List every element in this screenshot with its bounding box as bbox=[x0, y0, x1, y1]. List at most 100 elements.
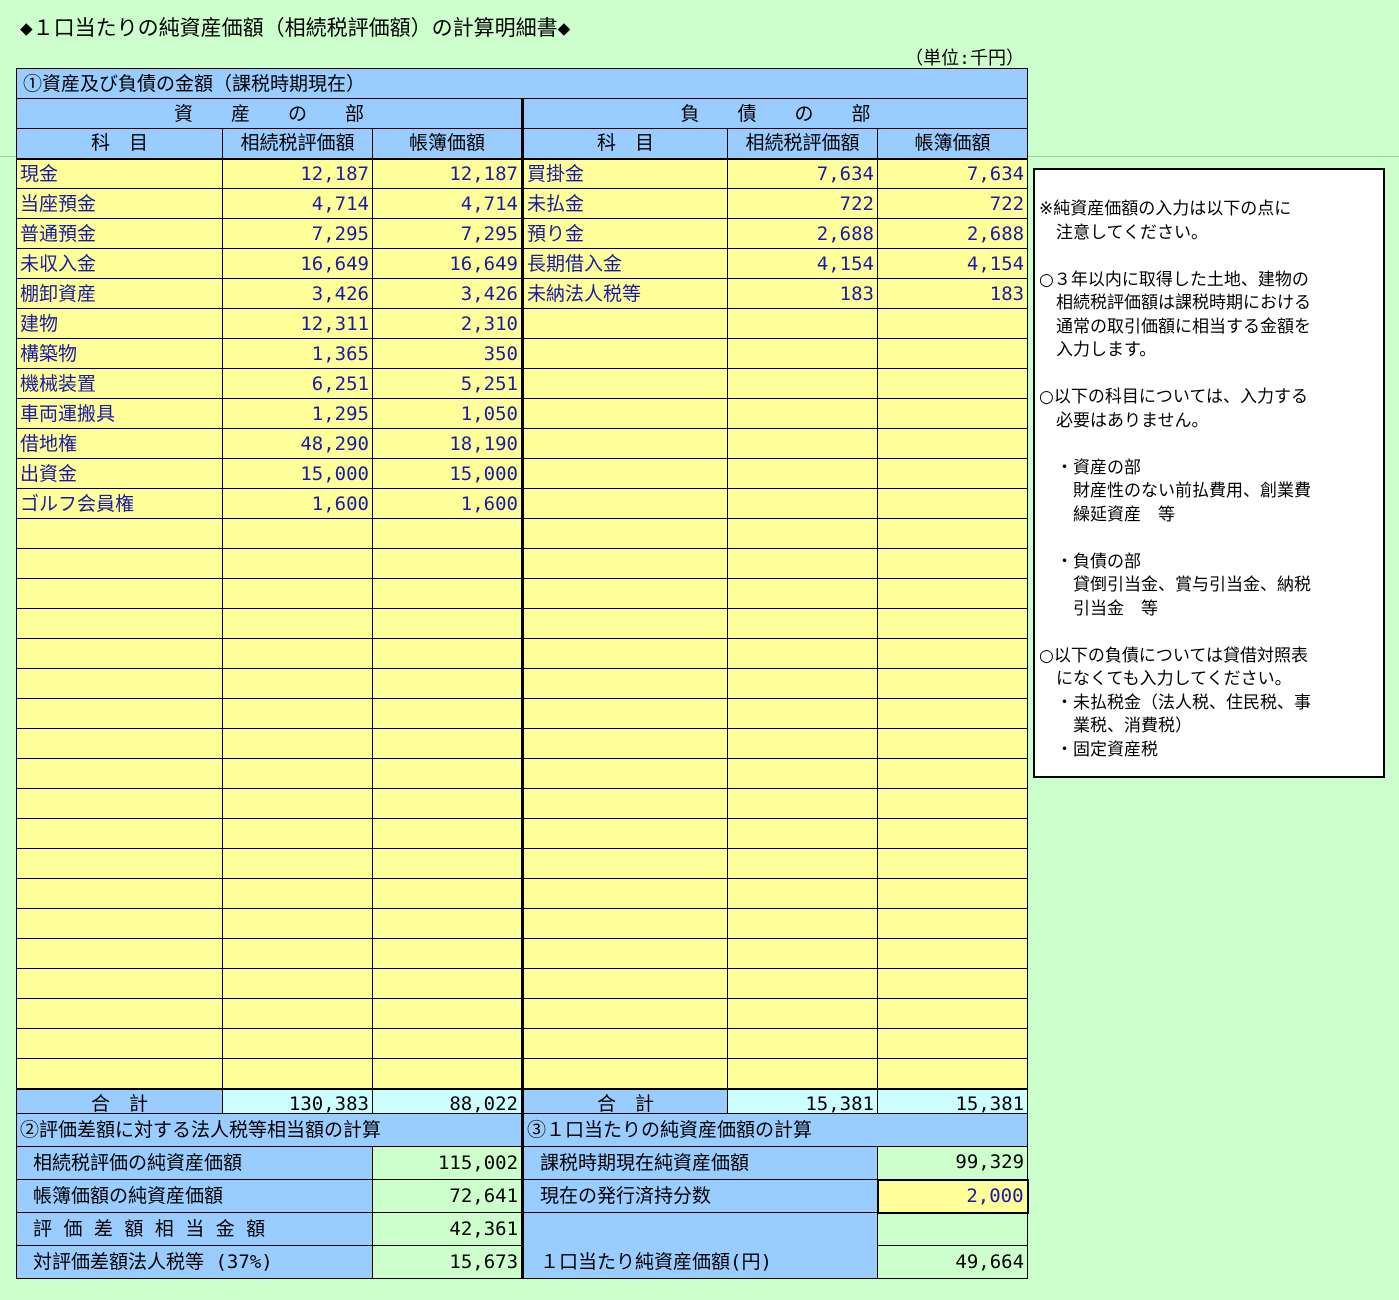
asset-book-cell[interactable] bbox=[372, 758, 524, 789]
liability-book-cell[interactable] bbox=[876, 518, 1029, 549]
liability-inheritance-cell[interactable] bbox=[727, 1058, 878, 1089]
asset-book-cell[interactable] bbox=[372, 518, 524, 549]
asset-inheritance-cell[interactable] bbox=[222, 878, 373, 909]
asset-inheritance-cell[interactable] bbox=[222, 1028, 373, 1059]
asset-book-cell[interactable]: 1,600 bbox=[372, 488, 524, 519]
liability-subject-cell[interactable] bbox=[522, 458, 728, 489]
liability-book-cell[interactable] bbox=[876, 848, 1029, 879]
asset-book-cell[interactable]: 2,310 bbox=[372, 308, 524, 339]
liability-book-cell[interactable] bbox=[876, 428, 1029, 459]
liability-inheritance-cell[interactable] bbox=[727, 308, 878, 339]
liability-book-cell[interactable] bbox=[876, 338, 1029, 369]
asset-inheritance-cell[interactable]: 6,251 bbox=[222, 368, 373, 399]
liability-subject-cell[interactable] bbox=[522, 728, 728, 759]
liability-subject-cell[interactable] bbox=[522, 878, 728, 909]
asset-inheritance-cell[interactable]: 12,187 bbox=[222, 158, 373, 189]
liability-book-cell[interactable] bbox=[876, 938, 1029, 969]
asset-inheritance-cell[interactable] bbox=[222, 518, 373, 549]
asset-subject-cell[interactable] bbox=[16, 818, 223, 849]
issued-shares-input[interactable]: 2,000 bbox=[876, 1178, 1029, 1214]
asset-subject-cell[interactable] bbox=[16, 548, 223, 579]
asset-book-cell[interactable] bbox=[372, 668, 524, 699]
liability-inheritance-cell[interactable] bbox=[727, 488, 878, 519]
liability-book-cell[interactable] bbox=[876, 788, 1029, 819]
liability-book-cell[interactable] bbox=[876, 638, 1029, 669]
asset-subject-cell[interactable]: 当座預金 bbox=[16, 188, 223, 219]
liability-book-cell[interactable] bbox=[876, 1028, 1029, 1059]
liability-book-cell[interactable] bbox=[876, 878, 1029, 909]
liability-inheritance-cell[interactable] bbox=[727, 1028, 878, 1059]
liability-subject-cell[interactable] bbox=[522, 788, 728, 819]
asset-subject-cell[interactable]: 建物 bbox=[16, 308, 223, 339]
asset-subject-cell[interactable] bbox=[16, 908, 223, 939]
liability-subject-cell[interactable]: 長期借入金 bbox=[522, 248, 728, 279]
asset-subject-cell[interactable] bbox=[16, 788, 223, 819]
liability-subject-cell[interactable] bbox=[522, 368, 728, 399]
asset-book-cell[interactable] bbox=[372, 878, 524, 909]
asset-subject-cell[interactable]: 出資金 bbox=[16, 458, 223, 489]
liability-inheritance-cell[interactable] bbox=[727, 368, 878, 399]
asset-inheritance-cell[interactable]: 1,295 bbox=[222, 398, 373, 429]
asset-subject-cell[interactable] bbox=[16, 1028, 223, 1059]
liability-inheritance-cell[interactable] bbox=[727, 788, 878, 819]
asset-subject-cell[interactable]: 借地権 bbox=[16, 428, 223, 459]
asset-book-cell[interactable] bbox=[372, 788, 524, 819]
liability-inheritance-cell[interactable] bbox=[727, 548, 878, 579]
asset-book-cell[interactable] bbox=[372, 1058, 524, 1089]
liability-inheritance-cell[interactable] bbox=[727, 518, 878, 549]
liability-book-cell[interactable] bbox=[876, 1058, 1029, 1089]
asset-subject-cell[interactable] bbox=[16, 758, 223, 789]
liability-book-cell[interactable] bbox=[876, 308, 1029, 339]
asset-book-cell[interactable] bbox=[372, 908, 524, 939]
liability-subject-cell[interactable] bbox=[522, 428, 728, 459]
liability-book-cell[interactable]: 183 bbox=[876, 278, 1029, 309]
liability-inheritance-cell[interactable] bbox=[727, 938, 878, 969]
liability-inheritance-cell[interactable]: 4,154 bbox=[727, 248, 878, 279]
liability-inheritance-cell[interactable] bbox=[727, 338, 878, 369]
liability-inheritance-cell[interactable] bbox=[727, 668, 878, 699]
asset-book-cell[interactable]: 3,426 bbox=[372, 278, 524, 309]
asset-book-cell[interactable]: 15,000 bbox=[372, 458, 524, 489]
liability-subject-cell[interactable] bbox=[522, 938, 728, 969]
asset-inheritance-cell[interactable]: 48,290 bbox=[222, 428, 373, 459]
liability-subject-cell[interactable] bbox=[522, 968, 728, 999]
asset-book-cell[interactable] bbox=[372, 548, 524, 579]
asset-inheritance-cell[interactable] bbox=[222, 698, 373, 729]
liability-inheritance-cell[interactable] bbox=[727, 698, 878, 729]
liability-book-cell[interactable]: 4,154 bbox=[876, 248, 1029, 279]
asset-book-cell[interactable] bbox=[372, 818, 524, 849]
liability-inheritance-cell[interactable] bbox=[727, 758, 878, 789]
asset-inheritance-cell[interactable]: 16,649 bbox=[222, 248, 373, 279]
asset-subject-cell[interactable] bbox=[16, 698, 223, 729]
liability-book-cell[interactable] bbox=[876, 758, 1029, 789]
liability-book-cell[interactable] bbox=[876, 818, 1029, 849]
liability-subject-cell[interactable] bbox=[522, 908, 728, 939]
liability-subject-cell[interactable] bbox=[522, 638, 728, 669]
liability-subject-cell[interactable]: 未払金 bbox=[522, 188, 728, 219]
asset-subject-cell[interactable] bbox=[16, 968, 223, 999]
asset-subject-cell[interactable] bbox=[16, 518, 223, 549]
asset-subject-cell[interactable] bbox=[16, 998, 223, 1029]
liability-inheritance-cell[interactable] bbox=[727, 908, 878, 939]
liability-book-cell[interactable] bbox=[876, 488, 1029, 519]
asset-subject-cell[interactable] bbox=[16, 578, 223, 609]
asset-subject-cell[interactable] bbox=[16, 638, 223, 669]
liability-inheritance-cell[interactable] bbox=[727, 998, 878, 1029]
liability-inheritance-cell[interactable] bbox=[727, 638, 878, 669]
asset-subject-cell[interactable] bbox=[16, 608, 223, 639]
liability-inheritance-cell[interactable] bbox=[727, 728, 878, 759]
asset-subject-cell[interactable]: 構築物 bbox=[16, 338, 223, 369]
asset-inheritance-cell[interactable]: 12,311 bbox=[222, 308, 373, 339]
liability-inheritance-cell[interactable]: 7,634 bbox=[727, 158, 878, 189]
liability-subject-cell[interactable] bbox=[522, 1058, 728, 1089]
asset-subject-cell[interactable] bbox=[16, 938, 223, 969]
liability-subject-cell[interactable] bbox=[522, 578, 728, 609]
liability-book-cell[interactable] bbox=[876, 728, 1029, 759]
liability-inheritance-cell[interactable] bbox=[727, 428, 878, 459]
liability-subject-cell[interactable]: 預り金 bbox=[522, 218, 728, 249]
liability-subject-cell[interactable] bbox=[522, 608, 728, 639]
asset-subject-cell[interactable]: 普通預金 bbox=[16, 218, 223, 249]
asset-inheritance-cell[interactable]: 3,426 bbox=[222, 278, 373, 309]
liability-subject-cell[interactable] bbox=[522, 518, 728, 549]
liability-book-cell[interactable] bbox=[876, 968, 1029, 999]
